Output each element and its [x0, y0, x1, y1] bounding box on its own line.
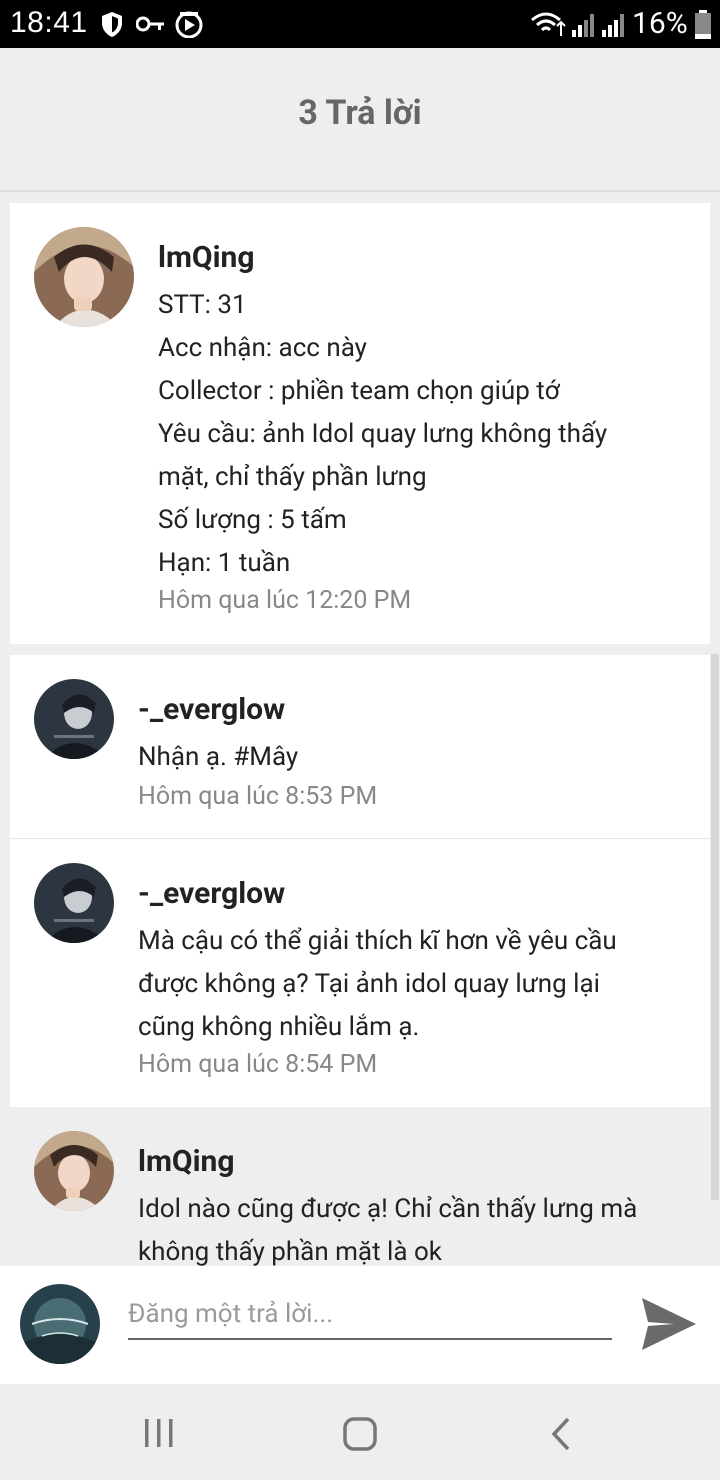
avatar-image — [34, 679, 114, 759]
page-title: 3 Trả lời — [298, 93, 422, 133]
avatar[interactable] — [34, 679, 114, 759]
post-line: Collector : phiền team chọn giúp tớ — [158, 376, 560, 406]
signal-icon — [602, 14, 624, 37]
avatar-image — [34, 863, 114, 943]
recent-apps-icon[interactable] — [142, 1416, 176, 1450]
status-bar: 18:41 16% — [0, 0, 720, 48]
reply-body: Nhận ạ. #Mây — [138, 736, 298, 779]
reply-timestamp: Hôm qua lúc 8:53 PM — [138, 782, 378, 811]
post-line: Acc nhận: acc này — [158, 333, 367, 363]
reply-item: -_everglow Mà cậu có thể giải thích kĩ h… — [10, 839, 710, 1107]
avatar[interactable] — [34, 1131, 114, 1211]
status-time: 18:41 — [10, 6, 88, 39]
reply-line: Nhận ạ. #Mây — [138, 742, 299, 772]
post-line: Yêu cầu: ảnh Idol quay lưng không thấy — [158, 419, 608, 449]
signal-icon — [572, 14, 594, 37]
post-timestamp: Hôm qua lúc 12:20 PM — [158, 586, 412, 615]
scrollbar[interactable] — [711, 654, 719, 1200]
original-post: lmQing STT: 31 Acc nhận: acc này Collect… — [10, 203, 710, 644]
reply-item: lmQing Idol nào cũng được ạ! Chỉ cần thấ… — [10, 1107, 710, 1266]
reply-composer: Đăng một trả lời... — [0, 1266, 720, 1384]
reply-author[interactable]: -_everglow — [138, 692, 285, 727]
home-icon[interactable] — [342, 1416, 378, 1452]
reply-author[interactable]: -_everglow — [138, 876, 285, 911]
reply-item: -_everglow Nhận ạ. #Mây Hôm qua lúc 8:53… — [10, 655, 710, 839]
post-line: Số lượng : 5 tấm — [158, 505, 347, 535]
send-icon[interactable] — [640, 1296, 698, 1352]
avatar[interactable] — [34, 863, 114, 943]
avatar[interactable] — [34, 227, 134, 327]
reply-body: Idol nào cũng được ạ! Chỉ cần thấy lưng … — [138, 1188, 637, 1266]
reply-input[interactable]: Đăng một trả lời... — [128, 1294, 612, 1340]
reply-line: Idol nào cũng được ạ! Chỉ cần thấy lưng … — [138, 1194, 638, 1224]
media-icon — [175, 11, 203, 38]
reply-line: Mà cậu có thể giải thích kĩ hơn về yêu c… — [138, 926, 617, 956]
reply-timestamp: Hôm qua lúc 8:54 PM — [138, 1050, 378, 1079]
shield-icon — [102, 12, 122, 37]
post-line: mặt, chỉ thấy phần lưng — [158, 462, 427, 492]
reply-line: không thấy phần mặt là ok — [138, 1237, 442, 1266]
post-line: STT: 31 — [158, 290, 247, 320]
battery-percent: 16% — [632, 6, 688, 41]
post-body: STT: 31 Acc nhận: acc này Collector : ph… — [158, 284, 607, 585]
avatar-image — [20, 1284, 100, 1364]
reply-line: được không ạ? Tại ảnh idol quay lưng lại — [138, 969, 600, 999]
app-header: 3 Trả lời — [0, 48, 720, 192]
reply-author[interactable]: lmQing — [138, 1144, 235, 1179]
avatar[interactable] — [20, 1284, 100, 1364]
post-line: Hạn: 1 tuần — [158, 548, 291, 578]
back-icon[interactable] — [548, 1416, 576, 1452]
post-author[interactable]: lmQing — [158, 240, 255, 275]
reply-line: cũng không nhiều lắm ạ. — [138, 1012, 420, 1042]
avatar-image — [34, 227, 134, 327]
battery-icon — [695, 10, 711, 39]
reply-body: Mà cậu có thể giải thích kĩ hơn về yêu c… — [138, 920, 617, 1049]
system-nav-bar — [0, 1384, 720, 1480]
wifi-icon — [531, 12, 566, 36]
key-icon — [136, 16, 164, 32]
replies-scroll-area[interactable]: lmQing STT: 31 Acc nhận: acc này Collect… — [0, 194, 720, 1266]
avatar-image — [34, 1131, 114, 1211]
